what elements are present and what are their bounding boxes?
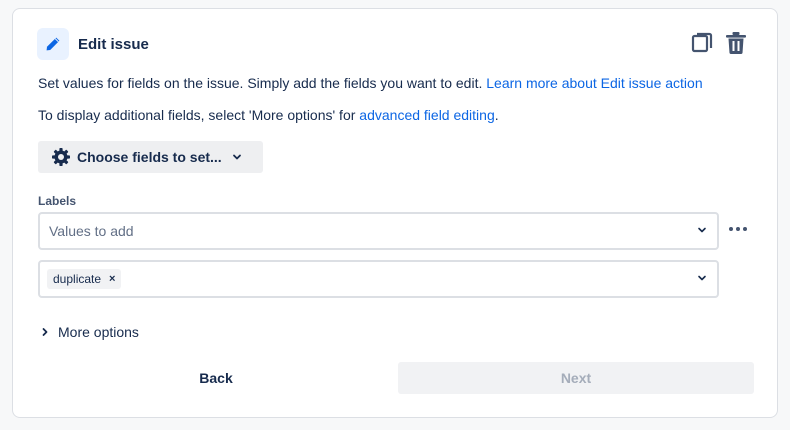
description-text: To display additional fields, select 'Mo… — [38, 107, 360, 123]
gear-icon — [51, 147, 71, 167]
edit-issue-card: Edit issue Set values for fields on the … — [12, 8, 778, 418]
learn-more-link[interactable]: Learn more about Edit issue action — [486, 75, 702, 91]
card-header: Edit issue — [37, 27, 753, 61]
chevron-right-icon — [40, 327, 50, 337]
chevron-down-icon — [697, 225, 707, 235]
chevron-down-icon — [232, 152, 242, 162]
more-actions-icon[interactable] — [725, 219, 751, 239]
labels-mode-placeholder: Values to add — [49, 223, 134, 239]
remove-label-icon[interactable]: × — [109, 273, 115, 285]
header-actions — [689, 30, 749, 56]
choose-fields-button[interactable]: Choose fields to set... — [38, 141, 263, 173]
description-suffix: . — [494, 107, 499, 123]
advanced-field-editing-link[interactable]: advanced field editing — [359, 107, 494, 123]
description-text: Set values for fields on the issue. Simp… — [38, 75, 487, 91]
description-line-2: To display additional fields, select 'Mo… — [38, 107, 499, 123]
trash-icon[interactable] — [723, 30, 749, 56]
choose-fields-label: Choose fields to set... — [77, 149, 222, 165]
labels-field-label: Labels — [38, 194, 77, 208]
more-options-label: More options — [58, 324, 139, 340]
description-line-1: Set values for fields on the issue. Simp… — [38, 75, 703, 91]
chevron-down-icon — [697, 273, 707, 283]
copy-icon[interactable] — [689, 30, 715, 56]
page-title: Edit issue — [78, 36, 149, 53]
next-button[interactable]: Next — [398, 362, 754, 394]
more-options-toggle[interactable]: More options — [40, 324, 139, 340]
labels-values-select[interactable]: duplicate × — [38, 260, 719, 298]
back-button[interactable]: Back — [38, 362, 394, 394]
label-chip: duplicate × — [47, 269, 122, 289]
labels-mode-select[interactable]: Values to add — [38, 212, 719, 250]
label-chip-text: duplicate — [53, 272, 102, 286]
pencil-icon — [37, 28, 69, 60]
